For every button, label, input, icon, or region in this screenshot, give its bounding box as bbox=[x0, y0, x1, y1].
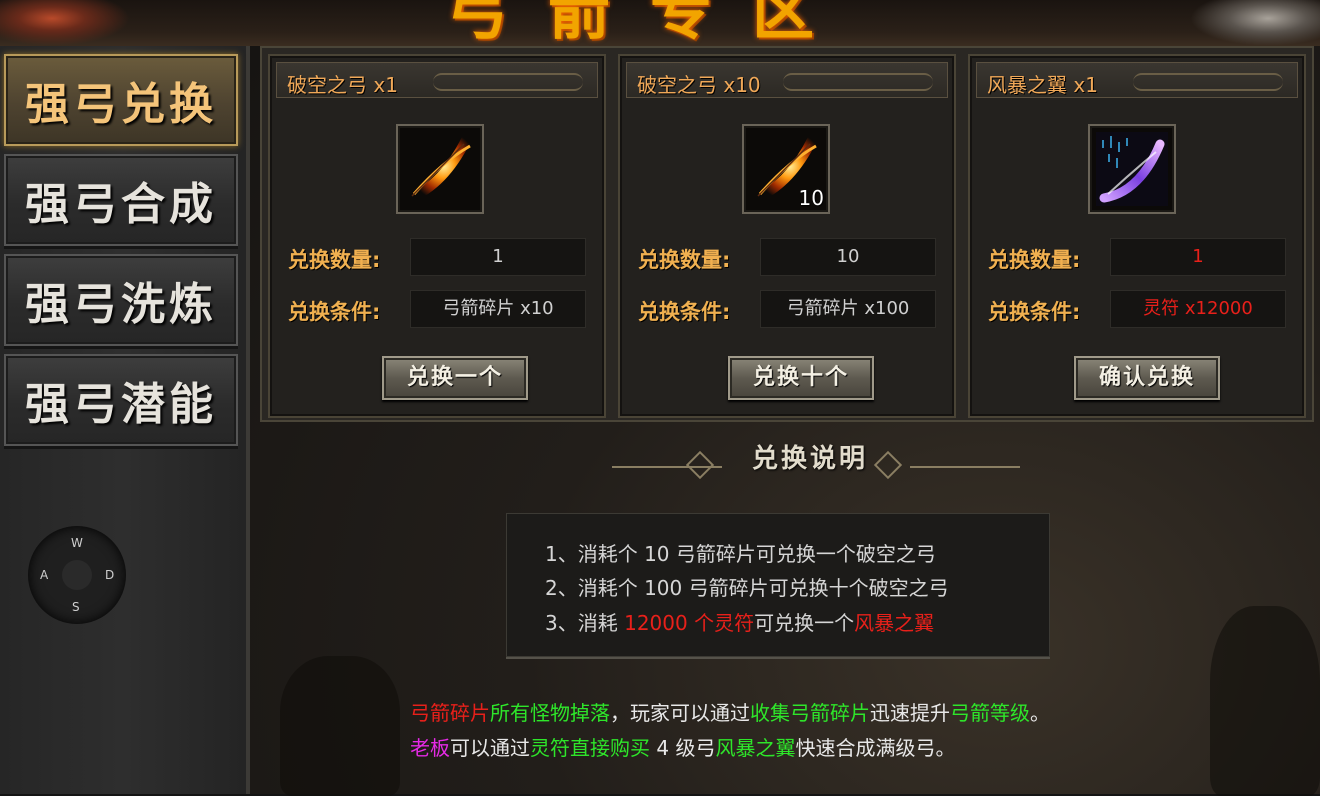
rules-box: 1、消耗个 10 弓箭碎片可兑换一个破空之弓 2、消耗个 100 弓箭碎片可兑换… bbox=[506, 513, 1050, 657]
ornament-icon bbox=[433, 73, 583, 91]
sidebar-item-bow-refine[interactable]: 强弓洗炼 bbox=[4, 254, 238, 346]
storm-bow-icon bbox=[1096, 132, 1168, 206]
background-figure bbox=[1210, 606, 1320, 796]
item-slot[interactable] bbox=[1088, 124, 1176, 214]
background-figure bbox=[280, 656, 400, 796]
condition-field: 弓箭碎片 x10 bbox=[410, 290, 586, 328]
joystick-knob[interactable] bbox=[62, 560, 92, 590]
rule-line: 1、消耗个 10 弓箭碎片可兑换一个破空之弓 bbox=[545, 542, 936, 566]
item-slot[interactable]: 10 bbox=[742, 124, 830, 214]
card-title: 风暴之翼 x1 bbox=[987, 73, 1098, 97]
condition-label: 兑换条件: bbox=[288, 300, 381, 324]
info-text: 快速合成满级弓。 bbox=[795, 736, 956, 760]
info-highlight: 收集弓箭碎片 bbox=[750, 701, 870, 725]
info-text: 4 级弓 bbox=[650, 736, 716, 760]
condition-field: 灵符 x12000 bbox=[1110, 290, 1286, 328]
info-highlight: 弓箭碎片 bbox=[410, 701, 490, 725]
condition-field: 弓箭碎片 x100 bbox=[760, 290, 936, 328]
flame-bow-icon bbox=[404, 132, 476, 206]
info-highlight: 弓箭等级 bbox=[950, 701, 1030, 725]
confirm-exchange-button[interactable]: 确认兑换 bbox=[1074, 356, 1220, 400]
card-header: 破空之弓 x1 bbox=[276, 62, 598, 98]
quantity-field: 1 bbox=[1110, 238, 1286, 276]
dragon-ornament-icon bbox=[1190, 0, 1320, 46]
item-count: 10 bbox=[798, 186, 824, 210]
quantity-field: 10 bbox=[760, 238, 936, 276]
card-header: 风暴之翼 x1 bbox=[976, 62, 1298, 98]
exchange-card: 破空之弓 x1 兑换数量: 1 兑换条件: 弓箭碎片 x10 兑换一个 bbox=[268, 54, 606, 418]
rule-line: 3、消耗 12000 个灵符可兑换一个风暴之翼 bbox=[545, 607, 934, 636]
ornament-icon bbox=[1133, 73, 1283, 91]
card-header: 破空之弓 x10 bbox=[626, 62, 948, 98]
quantity-label: 兑换数量: bbox=[288, 248, 381, 272]
card-title: 破空之弓 x1 bbox=[287, 73, 398, 97]
item-slot[interactable] bbox=[396, 124, 484, 214]
info-line: 弓箭碎片所有怪物掉落，玩家可以通过收集弓箭碎片迅速提升弓箭等级。 bbox=[410, 697, 1050, 726]
top-banner: 弓箭专区 bbox=[0, 0, 1320, 46]
info-text: 。 bbox=[1030, 701, 1050, 725]
sidebar-item-bow-potential[interactable]: 强弓潜能 bbox=[4, 354, 238, 446]
info-highlight: 老板 bbox=[410, 736, 450, 760]
info-highlight: 灵符直接购买 bbox=[530, 736, 650, 760]
divider bbox=[910, 466, 1020, 468]
card-title: 破空之弓 x10 bbox=[637, 73, 761, 97]
ornament-icon bbox=[783, 73, 933, 91]
info-line: 老板可以通过灵符直接购买 4 级弓风暴之翼快速合成满级弓。 bbox=[410, 732, 955, 761]
sidebar-item-bow-exchange[interactable]: 强弓兑换 bbox=[4, 54, 238, 146]
rule-line: 2、消耗个 100 弓箭碎片可兑换十个破空之弓 bbox=[545, 576, 949, 600]
quantity-label: 兑换数量: bbox=[638, 248, 731, 272]
quantity-label: 兑换数量: bbox=[988, 248, 1081, 272]
main-panel: 破空之弓 x1 兑换数量: 1 兑换条件: 弓箭碎片 x10 兑换一个 破空之弓… bbox=[250, 46, 1320, 796]
section-title: 兑换说明 bbox=[751, 444, 868, 474]
rule-text: 可兑换一个 bbox=[754, 611, 855, 635]
dragon-ornament-icon bbox=[0, 0, 130, 46]
sidebar-item-bow-synthesis[interactable]: 强弓合成 bbox=[4, 154, 238, 246]
info-text: 可以通过 bbox=[450, 736, 530, 760]
info-text: 迅速提升 bbox=[870, 701, 950, 725]
rule-highlight: 风暴之翼 bbox=[854, 611, 935, 635]
condition-label: 兑换条件: bbox=[638, 300, 731, 324]
condition-label: 兑换条件: bbox=[988, 300, 1081, 324]
page-title: 弓箭专区 bbox=[445, 0, 854, 46]
exchange-cards-frame: 破空之弓 x1 兑换数量: 1 兑换条件: 弓箭碎片 x10 兑换一个 破空之弓… bbox=[260, 46, 1314, 422]
exchange-card: 破空之弓 x10 10 兑换数量: 10 兑换条件: 弓箭碎片 x100 兑换十… bbox=[618, 54, 956, 418]
info-text: ，玩家可以通过 bbox=[610, 701, 750, 725]
exchange-card: 风暴之翼 x1 兑换数量: 1 兑换条件: 灵符 x12000 确认兑换 bbox=[968, 54, 1306, 418]
exchange-one-button[interactable]: 兑换一个 bbox=[382, 356, 528, 400]
joystick-key-left: A bbox=[40, 568, 49, 582]
info-highlight: 所有怪物掉落 bbox=[490, 701, 610, 725]
joystick-key-right: D bbox=[105, 568, 115, 582]
joystick-key-up: W bbox=[71, 536, 83, 550]
sidebar: 强弓兑换 强弓合成 强弓洗炼 强弓潜能 W A D S bbox=[0, 46, 250, 794]
joystick-key-down: S bbox=[72, 600, 80, 614]
exchange-ten-button[interactable]: 兑换十个 bbox=[728, 356, 874, 400]
quantity-field: 1 bbox=[410, 238, 586, 276]
info-highlight: 风暴之翼 bbox=[715, 736, 796, 760]
virtual-joystick[interactable]: W A D S bbox=[28, 526, 126, 624]
rule-highlight: 12000 个灵符 bbox=[624, 611, 755, 635]
rule-text: 3、消耗 bbox=[545, 611, 625, 635]
